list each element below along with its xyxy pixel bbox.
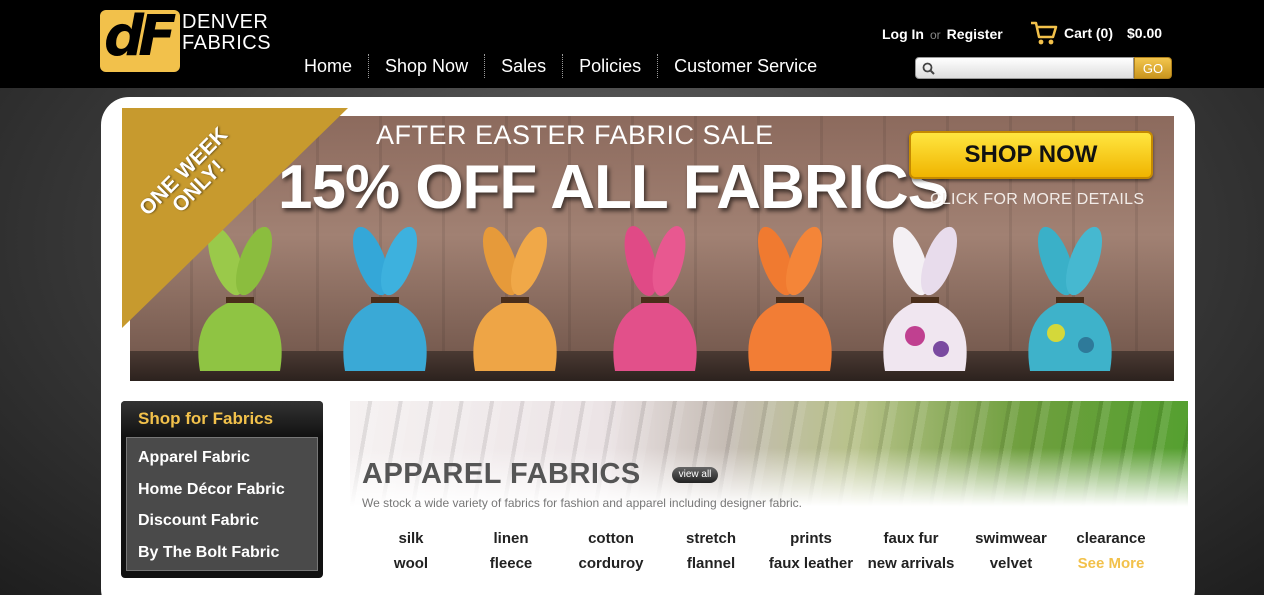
nav-shop-now[interactable]: Shop Now [368,54,484,78]
search-field [915,57,1134,79]
site-header: dF DENVER FABRICS Home Shop Now Sales Po… [0,0,1264,88]
cart-total: $0.00 [1127,25,1163,41]
logo-mark-text: dF [104,10,176,69]
shop-now-button[interactable]: SHOP NOW [909,131,1153,179]
banner-headline: 15% OFF ALL FABRICS [278,153,949,222]
shop-for-fabrics-list: Apparel Fabric Home Décor Fabric Discoun… [126,437,318,571]
logo-line2: FABRICS [182,32,272,54]
category-link-fleece[interactable]: fleece [461,555,561,573]
nav-home[interactable]: Home [296,54,368,78]
category-link-corduroy[interactable]: corduroy [561,555,661,573]
category-link-swimwear[interactable]: swimwear [961,530,1061,548]
search-icon [922,62,935,75]
cart-count: Cart (0) [1064,25,1114,41]
category-link-cotton[interactable]: cotton [561,530,661,548]
category-link-velvet[interactable]: velvet [961,555,1061,573]
search-bar: GO [915,57,1172,79]
category-link-linen[interactable]: linen [461,530,561,548]
search-go-button[interactable]: GO [1134,57,1172,79]
main-nav: Home Shop Now Sales Policies Customer Se… [296,54,833,78]
register-link[interactable]: Register [947,26,1003,42]
category-link-prints[interactable]: prints [761,530,861,548]
category-link-wool[interactable]: wool [361,555,461,573]
nav-sales[interactable]: Sales [484,54,562,78]
bunny-image [883,226,967,371]
fabric-category-links: silk linen cotton stretch prints faux fu… [361,530,1161,573]
bunny-image [748,226,832,371]
banner-subtitle: AFTER EASTER FABRIC SALE [376,120,774,150]
nav-customer-service[interactable]: Customer Service [657,54,833,78]
apparel-fabrics-title: APPAREL FABRICS [362,458,641,490]
category-link-silk[interactable]: silk [361,530,461,548]
logo-mark: dF [100,10,180,72]
cart-icon [1031,21,1058,45]
see-more-link[interactable]: See More [1061,555,1161,573]
account-links: Log In or Register [882,26,1003,42]
category-link-flannel[interactable]: flannel [661,555,761,573]
category-link-faux-fur[interactable]: faux fur [861,530,961,548]
category-link-stretch[interactable]: stretch [661,530,761,548]
sidebar-item-by-the-bolt-fabric[interactable]: By The Bolt Fabric [127,537,317,569]
apparel-fabrics-description: We stock a wide variety of fabrics for f… [362,496,803,510]
category-link-faux-leather[interactable]: faux leather [761,555,861,573]
search-input[interactable] [939,61,1129,75]
cart-link[interactable]: Cart (0) $0.00 [1030,20,1162,46]
logo-wordmark: DENVER FABRICS [182,12,271,54]
shop-for-fabrics-menu: Shop for Fabrics Apparel Fabric Home Déc… [121,401,323,578]
category-link-new-arrivals[interactable]: new arrivals [861,555,961,573]
site-logo[interactable]: dF DENVER FABRICS [100,10,280,72]
sidebar-item-home-decor-fabric[interactable]: Home Décor Fabric [127,474,317,506]
shop-for-fabrics-title: Shop for Fabrics [121,401,323,437]
bunny-image [473,226,557,371]
nav-policies[interactable]: Policies [562,54,657,78]
bunny-image [343,226,427,371]
view-all-button[interactable]: view all [672,467,718,483]
logo-line1: DENVER [182,11,269,33]
sidebar-item-discount-fabric[interactable]: Discount Fabric [127,505,317,537]
login-link[interactable]: Log In [882,26,924,42]
bunny-image [1028,226,1112,371]
bunny-image [613,226,697,371]
banner-details-link[interactable]: CLICK FOR MORE DETAILS [930,191,1144,209]
one-week-only-ribbon: ONE WEEK ONLY! [122,108,348,328]
sidebar-item-apparel-fabric[interactable]: Apparel Fabric [127,442,317,474]
category-link-clearance[interactable]: clearance [1061,530,1161,548]
account-or: or [930,28,941,42]
